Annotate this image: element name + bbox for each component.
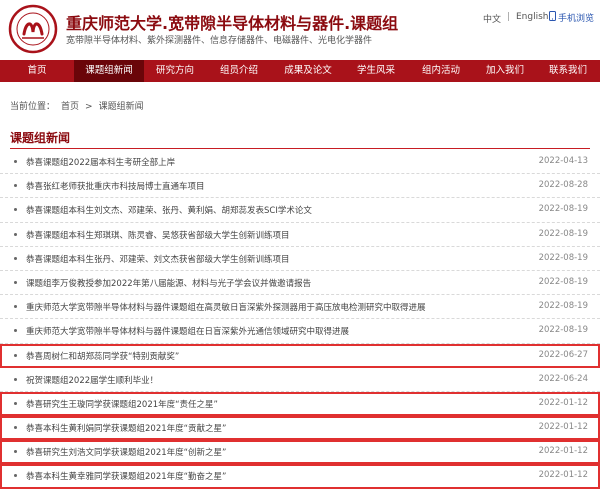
nav-item-join[interactable]: 加入我们 bbox=[474, 60, 536, 82]
news-item[interactable]: 祝贺课题组2022届学生顺利毕业！ 2022-06-24 bbox=[0, 368, 600, 392]
breadcrumb: 当前位置： 首页 > 课题组新闻 bbox=[10, 99, 150, 112]
news-date: 2022-08-19 bbox=[538, 301, 588, 312]
news-item[interactable]: 恭喜课题组2022届本科生考研全部上岸 2022-04-13 bbox=[0, 150, 600, 175]
news-date: 2022-06-24 bbox=[538, 373, 588, 384]
news-item[interactable]: 课题组李万俊教授参加2022年第八届能源、材料与光子学会议并做邀请报告 2022-… bbox=[0, 271, 600, 296]
news-title[interactable]: 恭喜课题组本科生刘文杰、邓建荣、张丹、黄利娟、胡郑蕊发表SCI学术论文 bbox=[26, 204, 312, 216]
news-title[interactable]: 恭喜课题组本科生张丹、邓建荣、刘文杰获省部级大学生创新训练项目 bbox=[26, 253, 290, 265]
news-date: 2022-01-12 bbox=[538, 470, 588, 481]
section-divider bbox=[10, 148, 590, 149]
nav-item-research[interactable]: 研究方向 bbox=[144, 60, 206, 82]
bullet-icon bbox=[14, 329, 17, 333]
bullet-icon bbox=[14, 426, 17, 430]
news-item-highlighted[interactable]: 恭喜周树仁和胡郑蕊同学获“特别贡献奖” 2022-06-27 bbox=[0, 343, 600, 368]
news-title[interactable]: 恭喜课题组本科生郑琪琪、陈灵睿、吴悠获省部级大学生创新训练项目 bbox=[26, 229, 290, 241]
breadcrumb-home-link[interactable]: 首页 bbox=[61, 102, 79, 112]
news-date: 2022-08-19 bbox=[538, 252, 588, 263]
news-item[interactable]: 恭喜课题组本科生刘文杰、邓建荣、张丹、黄利娟、胡郑蕊发表SCI学术论文 2022-… bbox=[0, 198, 600, 223]
lang-separator: | bbox=[507, 12, 511, 22]
news-title[interactable]: 恭喜本科生黄幸雅同学获课题组2021年度“勤奋之星” bbox=[26, 470, 226, 482]
site-title: 重庆师范大学.宽带隙半导体材料与器件.课题组 bbox=[66, 14, 399, 33]
bullet-icon bbox=[14, 305, 17, 309]
news-title[interactable]: 恭喜研究生王璇同学获课题组2021年度“责任之星” bbox=[26, 398, 218, 410]
news-item[interactable]: 重庆师范大学宽带隙半导体材料与器件课题组在高灵敏日盲深紫外探测器用于高压放电检测… bbox=[0, 295, 600, 320]
news-title[interactable]: 恭喜周树仁和胡郑蕊同学获“特别贡献奖” bbox=[26, 350, 179, 362]
bullet-icon bbox=[14, 256, 17, 260]
news-item-highlighted[interactable]: 恭喜本科生黄幸雅同学获课题组2021年度“勤奋之星” 2022-01-12 bbox=[0, 464, 600, 489]
bullet-icon bbox=[14, 474, 17, 478]
site-header: 重庆师范大学.宽带隙半导体材料与器件.课题组 宽带隙半导体材料、紫外探测器件、信… bbox=[0, 0, 600, 60]
bullet-icon bbox=[14, 377, 17, 381]
news-date: 2022-06-27 bbox=[538, 349, 588, 360]
mobile-view-label: 手机浏览 bbox=[558, 14, 595, 24]
bullet-icon bbox=[14, 184, 17, 188]
bullet-icon bbox=[14, 401, 17, 405]
news-title[interactable]: 恭喜本科生黄利娟同学获课题组2021年度“贡献之星” bbox=[26, 422, 226, 434]
news-item[interactable]: 恭喜课题组本科生郑琪琪、陈灵睿、吴悠获省部级大学生创新训练项目 2022-08-1… bbox=[0, 223, 600, 247]
news-item-highlighted[interactable]: 恭喜研究生刘浩文同学获课题组2021年度“创新之星” 2022-01-12 bbox=[0, 440, 600, 465]
news-date: 2022-08-28 bbox=[538, 180, 588, 191]
news-item[interactable]: 恭喜张红老师获批重庆市科技局博士直通车项目 2022-08-28 bbox=[0, 174, 600, 199]
news-title[interactable]: 祝贺课题组2022届学生顺利毕业！ bbox=[26, 374, 158, 386]
news-date: 2022-08-19 bbox=[538, 228, 588, 239]
news-date: 2022-08-19 bbox=[538, 276, 588, 287]
news-title[interactable]: 恭喜研究生刘浩文同学获课题组2021年度“创新之星” bbox=[26, 446, 226, 458]
university-logo-icon[interactable] bbox=[8, 4, 58, 54]
section-title: 课题组新闻 bbox=[10, 131, 71, 145]
bullet-icon bbox=[14, 353, 17, 357]
lang-english-link[interactable]: English bbox=[516, 12, 549, 22]
news-date: 2022-01-12 bbox=[538, 422, 588, 433]
news-list: 恭喜课题组2022届本科生考研全部上岸 2022-04-13 恭喜张红老师获批重庆… bbox=[0, 150, 600, 489]
bullet-icon bbox=[14, 232, 17, 236]
bullet-icon bbox=[14, 450, 17, 454]
nav-item-home[interactable]: 首页 bbox=[0, 60, 74, 82]
news-date: 2022-08-19 bbox=[538, 325, 588, 336]
nav-item-news[interactable]: 课题组新闻 bbox=[74, 60, 144, 82]
news-date: 2022-01-12 bbox=[538, 446, 588, 457]
nav-item-students[interactable]: 学生风采 bbox=[344, 60, 408, 82]
news-item[interactable]: 恭喜课题组本科生张丹、邓建荣、刘文杰获省部级大学生创新训练项目 2022-08-1… bbox=[0, 247, 600, 271]
news-date: 2022-08-19 bbox=[538, 204, 588, 215]
nav-item-activities[interactable]: 组内活动 bbox=[408, 60, 474, 82]
bullet-icon bbox=[14, 208, 17, 212]
news-title[interactable]: 课题组李万俊教授参加2022年第八届能源、材料与光子学会议并做邀请报告 bbox=[26, 277, 311, 289]
news-title[interactable]: 重庆师范大学宽带隙半导体材料与器件课题组在日盲深紫外光通信领域研究中取得进展 bbox=[26, 325, 349, 337]
news-title[interactable]: 恭喜课题组2022届本科生考研全部上岸 bbox=[26, 156, 175, 168]
lang-chinese-link[interactable]: 中文 bbox=[483, 12, 501, 25]
news-item[interactable]: 重庆师范大学宽带隙半导体材料与器件课题组在日盲深紫外光通信领域研究中取得进展 20… bbox=[0, 319, 600, 344]
news-title[interactable]: 重庆师范大学宽带隙半导体材料与器件课题组在高灵敏日盲深紫外探测器用于高压放电检测… bbox=[26, 301, 426, 313]
breadcrumb-current: 课题组新闻 bbox=[98, 102, 144, 112]
bullet-icon bbox=[14, 280, 17, 284]
main-nav: 首页 课题组新闻 研究方向 组员介绍 成果及论文 学生风采 组内活动 加入我们 … bbox=[0, 60, 600, 82]
nav-item-publications[interactable]: 成果及论文 bbox=[272, 60, 344, 82]
site-subtitle: 宽带隙半导体材料、紫外探测器件、信息存储器件、电磁器件、光电化学器件 bbox=[66, 36, 373, 46]
nav-item-contact[interactable]: 联系我们 bbox=[536, 60, 600, 82]
news-date: 2022-01-12 bbox=[538, 397, 588, 408]
bullet-icon bbox=[14, 160, 17, 163]
mobile-view-link[interactable]: 手机浏览 bbox=[549, 11, 594, 24]
news-item-highlighted[interactable]: 恭喜本科生黄利娟同学获课题组2021年度“贡献之星” 2022-01-12 bbox=[0, 416, 600, 441]
breadcrumb-prefix: 当前位置： bbox=[10, 102, 56, 112]
breadcrumb-separator: > bbox=[85, 102, 93, 112]
nav-item-members[interactable]: 组员介绍 bbox=[206, 60, 272, 82]
news-title[interactable]: 恭喜张红老师获批重庆市科技局博士直通车项目 bbox=[26, 180, 205, 192]
news-item-highlighted[interactable]: 恭喜研究生王璇同学获课题组2021年度“责任之星” 2022-01-12 bbox=[0, 391, 600, 417]
phone-icon bbox=[549, 11, 556, 24]
news-date: 2022-04-13 bbox=[538, 156, 588, 166]
